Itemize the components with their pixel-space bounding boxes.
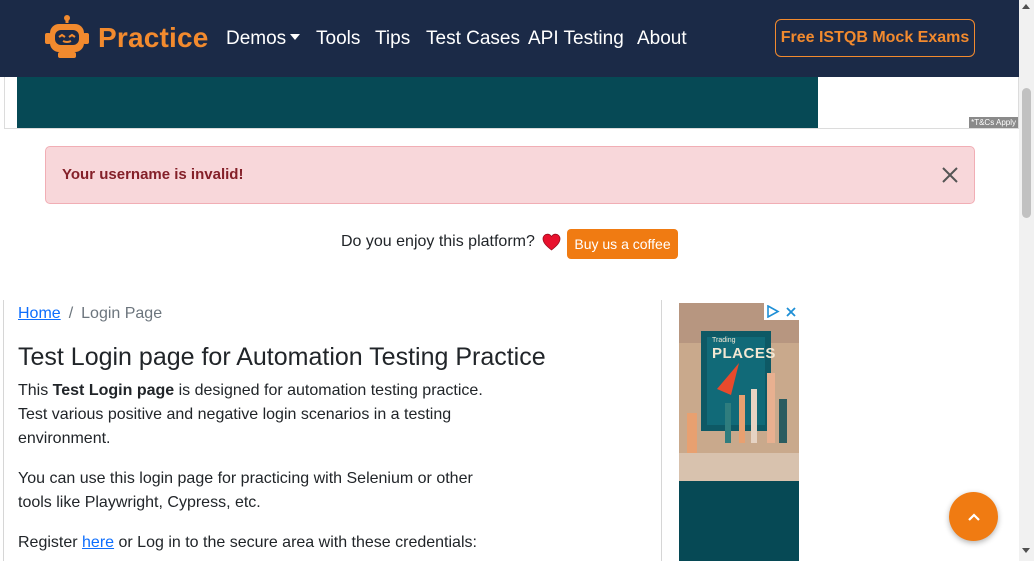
intro-prefix: This: [18, 382, 53, 399]
scroll-down-arrow-icon[interactable]: [1022, 548, 1030, 553]
nav-test-cases[interactable]: Test Cases: [426, 28, 520, 50]
nav-tips[interactable]: Tips: [375, 28, 410, 50]
adchoices-icon[interactable]: [766, 305, 780, 318]
buy-coffee-button[interactable]: Buy us a coffee: [567, 229, 678, 259]
ad-creative[interactable]: [17, 77, 818, 128]
breadcrumb-separator: /: [68, 305, 74, 322]
error-alert: Your username is invalid!: [45, 146, 975, 204]
nav-demos-dropdown[interactable]: Demos: [226, 28, 301, 50]
breadcrumb: Home / Login Page: [18, 305, 162, 323]
register-paragraph: Register here or Log in to the secure ar…: [18, 531, 493, 555]
ad-close-icon[interactable]: [785, 306, 797, 318]
nav-about[interactable]: About: [637, 28, 687, 50]
breadcrumb-current: Login Page: [81, 305, 163, 322]
brand-name: Practice: [98, 22, 209, 53]
page-title: Test Login page for Automation Testing P…: [18, 343, 546, 371]
ad-artwork: [679, 303, 799, 481]
istqb-mock-exams-button[interactable]: Free ISTQB Mock Exams: [775, 19, 975, 57]
alert-message: Your username is invalid!: [62, 166, 244, 183]
breadcrumb-home-link[interactable]: Home: [18, 305, 61, 322]
close-icon[interactable]: [940, 165, 960, 185]
top-ad-banner[interactable]: *T&Cs Apply: [4, 77, 1019, 129]
vertical-scrollbar[interactable]: [1019, 0, 1034, 561]
top-navbar: Practice Demos Tools Tips Test Cases API…: [0, 0, 1019, 77]
caret-down-icon: [290, 34, 301, 40]
ad-kicker: Trading: [712, 337, 736, 344]
intro-paragraph: This Test Login page is designed for aut…: [18, 379, 493, 451]
back-to-top-button[interactable]: [949, 492, 998, 541]
scroll-thumb[interactable]: [1022, 88, 1031, 218]
ad-headline: PLACES: [712, 345, 776, 362]
content-border-right: [661, 300, 662, 561]
register-suffix: or Log in to the secure area with these …: [114, 534, 477, 551]
scroll-up-arrow-icon[interactable]: [1022, 4, 1030, 9]
chevron-up-icon: [967, 512, 980, 521]
adchoices-badge[interactable]: [764, 303, 799, 320]
robot-logo-icon: [45, 15, 89, 58]
register-here-link[interactable]: here: [82, 534, 114, 551]
content-border-left: [3, 300, 4, 561]
nav-demos-label: Demos: [226, 28, 287, 49]
enjoy-question: Do you enjoy this platform?: [341, 233, 535, 250]
nav-api-testing[interactable]: API Testing: [528, 28, 624, 50]
side-ad-image[interactable]: Trading PLACES: [679, 303, 799, 481]
intro-bold: Test Login page: [52, 382, 175, 399]
nav-tools[interactable]: Tools: [316, 28, 360, 50]
page: Practice Demos Tools Tips Test Cases API…: [0, 0, 1034, 561]
tools-paragraph: You can use this login page for practici…: [18, 470, 473, 511]
brand-link[interactable]: Practice: [44, 14, 209, 62]
heart-icon: [542, 233, 561, 251]
register-prefix: Register: [18, 534, 83, 551]
ad-terms-label: *T&Cs Apply: [969, 117, 1018, 128]
side-ad[interactable]: Trading PLACES: [679, 303, 799, 561]
